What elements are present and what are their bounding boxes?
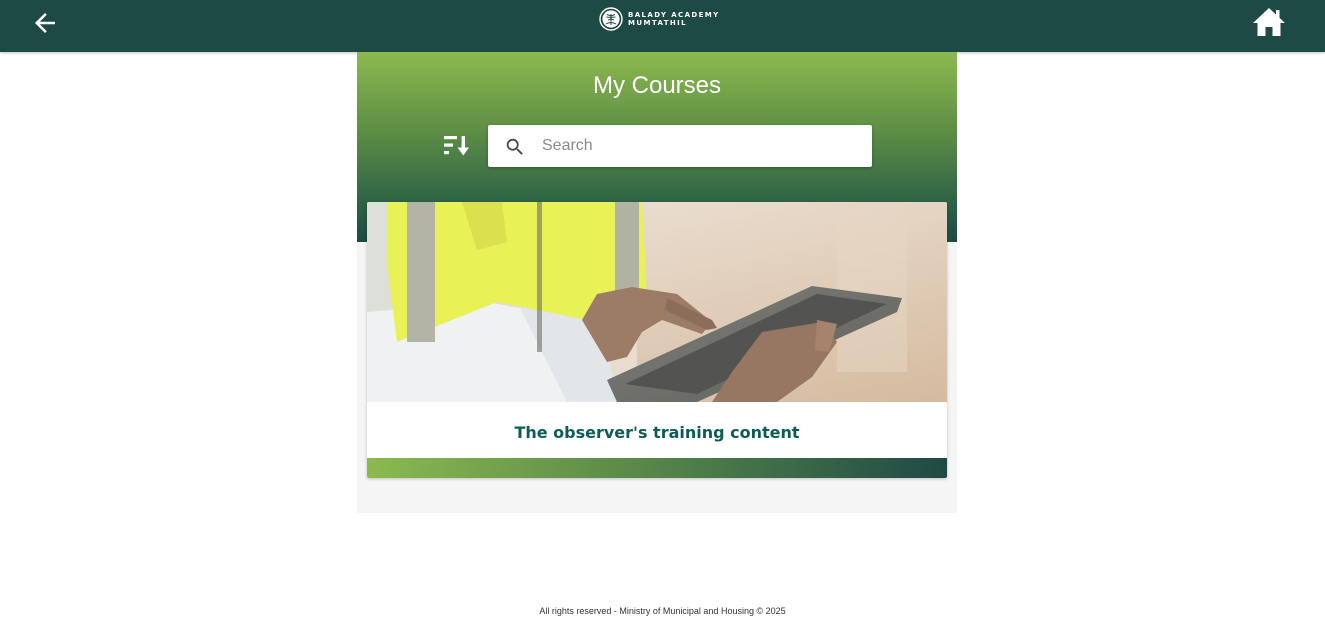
top-navigation-bar: BALADY ACADEMY MUMTATHIL (0, 0, 1325, 52)
balady-academy-logo[interactable]: BALADY ACADEMY MUMTATHIL (599, 6, 720, 31)
home-icon (1253, 8, 1285, 36)
page-title: My Courses (592, 72, 722, 99)
search-box[interactable] (488, 125, 872, 167)
logo-wordmark: BALADY ACADEMY MUMTATHIL (628, 11, 720, 27)
arrow-left-icon (35, 13, 55, 33)
back-button[interactable] (30, 8, 60, 38)
footer-copyright: All rights reserved - Ministry of Munici… (539, 606, 786, 616)
course-cover-image (367, 202, 947, 402)
logo-line-2: MUMTATHIL (628, 18, 688, 27)
home-button[interactable] (1252, 6, 1286, 38)
course-card-accent-bar (367, 458, 947, 478)
courses-panel: My Courses Search The observer's trainin… (357, 52, 957, 513)
course-card[interactable]: The observer's training content (367, 202, 947, 478)
sort-descending-icon (444, 136, 469, 156)
palm-emblem-icon (599, 6, 623, 31)
logo-line-1: BALADY ACADEMY (628, 10, 720, 19)
course-title: The observer's training content (514, 423, 800, 442)
search-input[interactable] (542, 125, 862, 167)
search-icon (506, 138, 523, 155)
sort-button[interactable] (443, 134, 471, 158)
